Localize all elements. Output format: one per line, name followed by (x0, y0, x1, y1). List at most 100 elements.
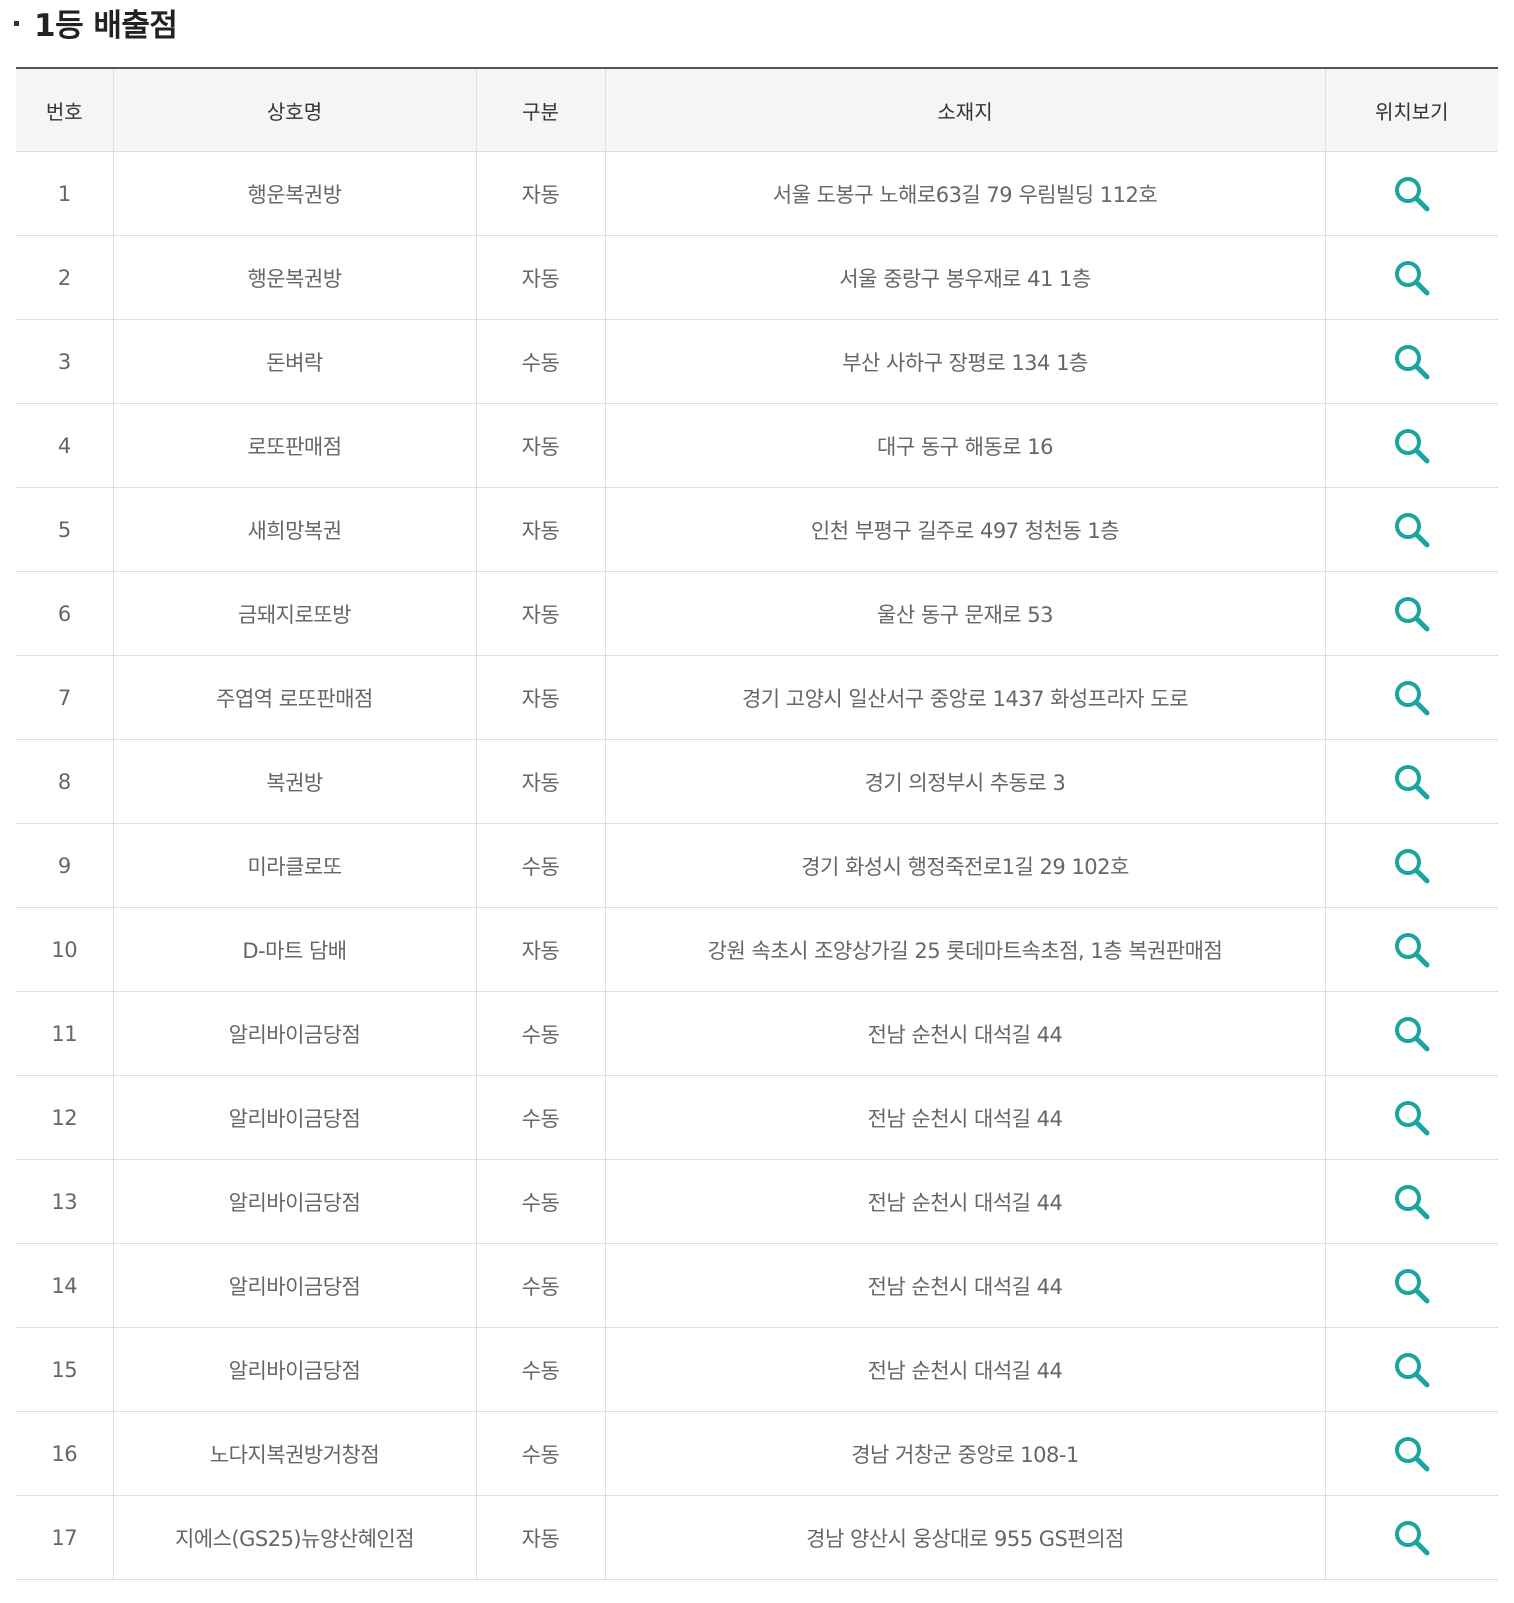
cell-address: 인천 부평구 길주로 497 청천동 1층 (605, 487, 1326, 572)
cell-store-name: 지에스(GS25)뉴양산혜인점 (113, 1495, 477, 1580)
cell-store-name: 알리바이금당점 (113, 1243, 477, 1328)
cell-no: 8 (16, 739, 114, 824)
cell-no: 15 (16, 1327, 114, 1412)
cell-type: 수동 (476, 1243, 606, 1328)
cell-type: 자동 (476, 487, 606, 572)
search-icon[interactable] (1392, 678, 1432, 718)
search-icon[interactable] (1392, 930, 1432, 970)
search-icon[interactable] (1392, 342, 1432, 382)
cell-address: 서울 도봉구 노해로63길 79 우림빌딩 112호 (605, 151, 1326, 236)
table-row: 1 행운복권방 자동 서울 도봉구 노해로63길 79 우림빌딩 112호 (16, 151, 1498, 236)
search-icon[interactable] (1392, 1350, 1432, 1390)
table-row: 12 알리바이금당점 수동 전남 순천시 대석길 44 (16, 1075, 1498, 1160)
table-row: 15 알리바이금당점 수동 전남 순천시 대석길 44 (16, 1327, 1498, 1412)
search-icon[interactable] (1392, 174, 1432, 214)
cell-no: 14 (16, 1243, 114, 1328)
header-no: 번호 (16, 68, 114, 152)
bullet-icon (14, 20, 19, 26)
cell-location (1325, 907, 1498, 992)
table-body: 1 행운복권방 자동 서울 도봉구 노해로63길 79 우림빌딩 112호 2 행운복권방… (16, 151, 1498, 1580)
cell-store-name: 돈벼락 (113, 319, 477, 404)
cell-type: 수동 (476, 1159, 606, 1244)
cell-store-name: 미라클로또 (113, 823, 477, 908)
cell-address: 서울 중랑구 봉우재로 41 1층 (605, 235, 1326, 320)
cell-type: 자동 (476, 739, 606, 824)
search-icon[interactable] (1392, 1014, 1432, 1054)
cell-type: 수동 (476, 991, 606, 1076)
cell-no: 17 (16, 1495, 114, 1580)
table-row: 10 D-마트 담배 자동 강원 속초시 조양상가길 25 롯데마트속초점, 1층 복… (16, 907, 1498, 992)
cell-address: 강원 속초시 조양상가길 25 롯데마트속초점, 1층 복권판매점 (605, 907, 1326, 992)
cell-no: 11 (16, 991, 114, 1076)
cell-location (1325, 319, 1498, 404)
header-location: 위치보기 (1325, 68, 1498, 152)
cell-store-name: 알리바이금당점 (113, 1159, 477, 1244)
cell-address: 경기 의정부시 추동로 3 (605, 739, 1326, 824)
search-icon[interactable] (1392, 426, 1432, 466)
cell-address: 경기 화성시 행정죽전로1길 29 102호 (605, 823, 1326, 908)
cell-store-name: 행운복권방 (113, 151, 477, 236)
cell-no: 3 (16, 319, 114, 404)
cell-location (1325, 1075, 1498, 1160)
header-store-name: 상호명 (113, 68, 477, 152)
section-heading: 1등 배출점 (14, 0, 178, 44)
cell-type: 자동 (476, 235, 606, 320)
cell-store-name: 주엽역 로또판매점 (113, 655, 477, 740)
cell-location (1325, 1159, 1498, 1244)
header-address: 소재지 (605, 68, 1326, 152)
table-row: 14 알리바이금당점 수동 전남 순천시 대석길 44 (16, 1243, 1498, 1328)
table-header-row: 번호 상호명 구분 소재지 위치보기 (16, 68, 1498, 152)
search-icon[interactable] (1392, 762, 1432, 802)
section-title: 1등 배출점 (34, 7, 178, 44)
search-icon[interactable] (1392, 594, 1432, 634)
search-icon[interactable] (1392, 846, 1432, 886)
cell-location (1325, 823, 1498, 908)
search-icon[interactable] (1392, 258, 1432, 298)
table-row: 5 새희망복권 자동 인천 부평구 길주로 497 청천동 1층 (16, 487, 1498, 572)
cell-address: 전남 순천시 대석길 44 (605, 1243, 1326, 1328)
cell-store-name: 노다지복권방거창점 (113, 1411, 477, 1496)
table-row: 7 주엽역 로또판매점 자동 경기 고양시 일산서구 중앙로 1437 화성프라자 도… (16, 655, 1498, 740)
table-row: 2 행운복권방 자동 서울 중랑구 봉우재로 41 1층 (16, 235, 1498, 320)
table-row: 17 지에스(GS25)뉴양산혜인점 자동 경남 양산시 웅상대로 955 GS편의점 (16, 1495, 1498, 1580)
cell-address: 부산 사하구 장평로 134 1층 (605, 319, 1326, 404)
search-icon[interactable] (1392, 1098, 1432, 1138)
cell-location (1325, 487, 1498, 572)
cell-store-name: 알리바이금당점 (113, 1327, 477, 1412)
cell-address: 전남 순천시 대석길 44 (605, 1327, 1326, 1412)
cell-store-name: D-마트 담배 (113, 907, 477, 992)
search-icon[interactable] (1392, 1434, 1432, 1474)
cell-store-name: 알리바이금당점 (113, 1075, 477, 1160)
cell-address: 울산 동구 문재로 53 (605, 571, 1326, 656)
search-icon[interactable] (1392, 1266, 1432, 1306)
search-icon[interactable] (1392, 1518, 1432, 1558)
search-icon[interactable] (1392, 1182, 1432, 1222)
cell-store-name: 로또판매점 (113, 403, 477, 488)
cell-address: 경남 거창군 중앙로 108-1 (605, 1411, 1326, 1496)
cell-location (1325, 571, 1498, 656)
cell-location (1325, 739, 1498, 824)
table-row: 3 돈벼락 수동 부산 사하구 장평로 134 1층 (16, 319, 1498, 404)
table-row: 8 복권방 자동 경기 의정부시 추동로 3 (16, 739, 1498, 824)
cell-no: 6 (16, 571, 114, 656)
cell-address: 전남 순천시 대석길 44 (605, 1159, 1326, 1244)
cell-no: 5 (16, 487, 114, 572)
cell-store-name: 행운복권방 (113, 235, 477, 320)
cell-address: 전남 순천시 대석길 44 (605, 991, 1326, 1076)
cell-no: 9 (16, 823, 114, 908)
cell-store-name: 복권방 (113, 739, 477, 824)
cell-no: 16 (16, 1411, 114, 1496)
cell-location (1325, 991, 1498, 1076)
cell-no: 10 (16, 907, 114, 992)
cell-store-name: 금돼지로또방 (113, 571, 477, 656)
cell-location (1325, 1411, 1498, 1496)
cell-address: 경기 고양시 일산서구 중앙로 1437 화성프라자 도로 (605, 655, 1326, 740)
cell-no: 12 (16, 1075, 114, 1160)
table-row: 13 알리바이금당점 수동 전남 순천시 대석길 44 (16, 1159, 1498, 1244)
cell-no: 1 (16, 151, 114, 236)
search-icon[interactable] (1392, 510, 1432, 550)
cell-type: 수동 (476, 823, 606, 908)
cell-type: 자동 (476, 907, 606, 992)
cell-location (1325, 151, 1498, 236)
cell-location (1325, 235, 1498, 320)
